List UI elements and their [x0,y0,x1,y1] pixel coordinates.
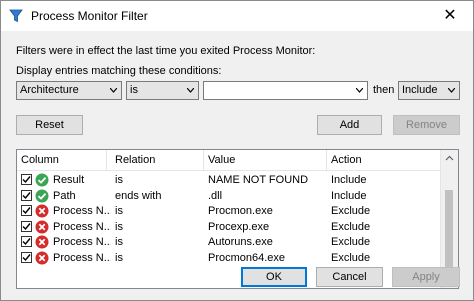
close-button[interactable]: ✕ [427,1,473,31]
exclude-x-icon [35,251,49,264]
checkmark-icon [22,176,31,184]
title-bar[interactable]: Process Monitor Filter ✕ [1,1,473,31]
close-icon: ✕ [443,7,457,24]
chevron-down-icon [110,88,117,93]
cell-column: Process N... [53,205,111,217]
row-checkbox[interactable] [21,189,32,201]
row-checkbox[interactable] [21,205,32,216]
cell-column: Process N... [53,251,111,264]
dialog-body: Filters were in effect the last time you… [1,31,473,300]
info-text: Filters were in effect the last time you… [16,45,316,57]
cell-relation: is [115,236,123,248]
cell-relation: is [115,174,123,186]
chevron-down-icon [356,88,363,93]
action-select-value: Include [402,84,438,96]
then-label: then [373,84,395,96]
reset-button[interactable]: Reset [16,115,83,135]
table-row[interactable]: Process N... is Procmon64.exe Exclude [17,250,442,266]
column-header-column[interactable]: Column [17,150,107,170]
cell-action: Exclude [331,220,371,233]
row-checkbox[interactable] [21,251,32,263]
cell-column: Process N... [53,236,111,248]
cell-value: NAME NOT FOUND [208,174,309,186]
checkmark-icon [22,207,31,215]
chevron-down-icon [187,88,194,93]
window-title: Process Monitor Filter [31,9,148,23]
cell-relation: is [115,205,123,217]
table-row[interactable]: Process N... is Procexp.exe Exclude [17,219,442,235]
conditions-label: Display entries matching these condition… [16,65,222,77]
table-row[interactable]: Path ends with .dll Include [17,188,442,204]
filter-funnel-icon [9,9,23,23]
cell-relation: is [115,251,123,264]
row-checkbox[interactable] [21,220,32,232]
list-header: Column Relation Value Action [17,150,442,171]
cell-value: Procmon64.exe [208,251,286,264]
apply-button[interactable]: Apply [392,267,460,287]
include-check-icon [35,189,49,202]
checkmark-icon [22,253,31,261]
scroll-up-button[interactable] [441,150,458,167]
cell-column: Result [53,174,85,186]
column-select[interactable]: Architecture [16,81,122,100]
exclude-x-icon [35,235,49,249]
action-select[interactable]: Include [398,81,460,100]
cell-relation: ends with [115,189,162,202]
checkmark-icon [22,238,31,246]
exclude-x-icon [35,220,49,233]
cell-value: Procexp.exe [208,220,270,233]
table-row[interactable]: Process N... is Autoruns.exe Exclude [17,234,442,250]
relation-select[interactable]: is [126,81,199,100]
column-header-value[interactable]: Value [204,150,327,170]
cell-action: Exclude [331,205,371,217]
cell-column: Process N... [53,220,111,233]
remove-button[interactable]: Remove [393,115,460,135]
column-header-relation[interactable]: Relation [111,150,204,170]
column-header-action[interactable]: Action [327,150,442,170]
chevron-up-icon [445,155,454,161]
row-checkbox[interactable] [21,236,32,247]
checkmark-icon [22,191,31,199]
value-combo[interactable] [203,81,368,100]
cell-value: .dll [208,189,223,202]
add-button[interactable]: Add [317,115,382,135]
scroll-thumb[interactable] [445,190,453,270]
relation-select-value: is [130,84,138,96]
table-row[interactable]: Process N... is Procmon.exe Exclude [17,203,442,219]
chevron-down-icon [448,88,455,93]
table-row[interactable]: Result is NAME NOT FOUND Include [17,172,442,188]
checkmark-icon [22,222,31,230]
row-checkbox[interactable] [21,174,32,185]
exclude-x-icon [35,204,49,218]
cell-action: Include [331,189,367,202]
cell-action: Exclude [331,251,371,264]
cell-column: Path [53,189,76,202]
ok-button[interactable]: OK [241,267,307,287]
cell-value: Autoruns.exe [208,236,273,248]
column-select-value: Architecture [20,84,79,96]
cell-action: Exclude [331,236,371,248]
include-check-icon [35,173,49,187]
filter-dialog: Process Monitor Filter ✕ Filters were in… [0,0,474,301]
cell-relation: is [115,220,123,233]
cell-action: Include [331,174,367,186]
cancel-button[interactable]: Cancel [316,267,383,287]
cell-value: Procmon.exe [208,205,273,217]
